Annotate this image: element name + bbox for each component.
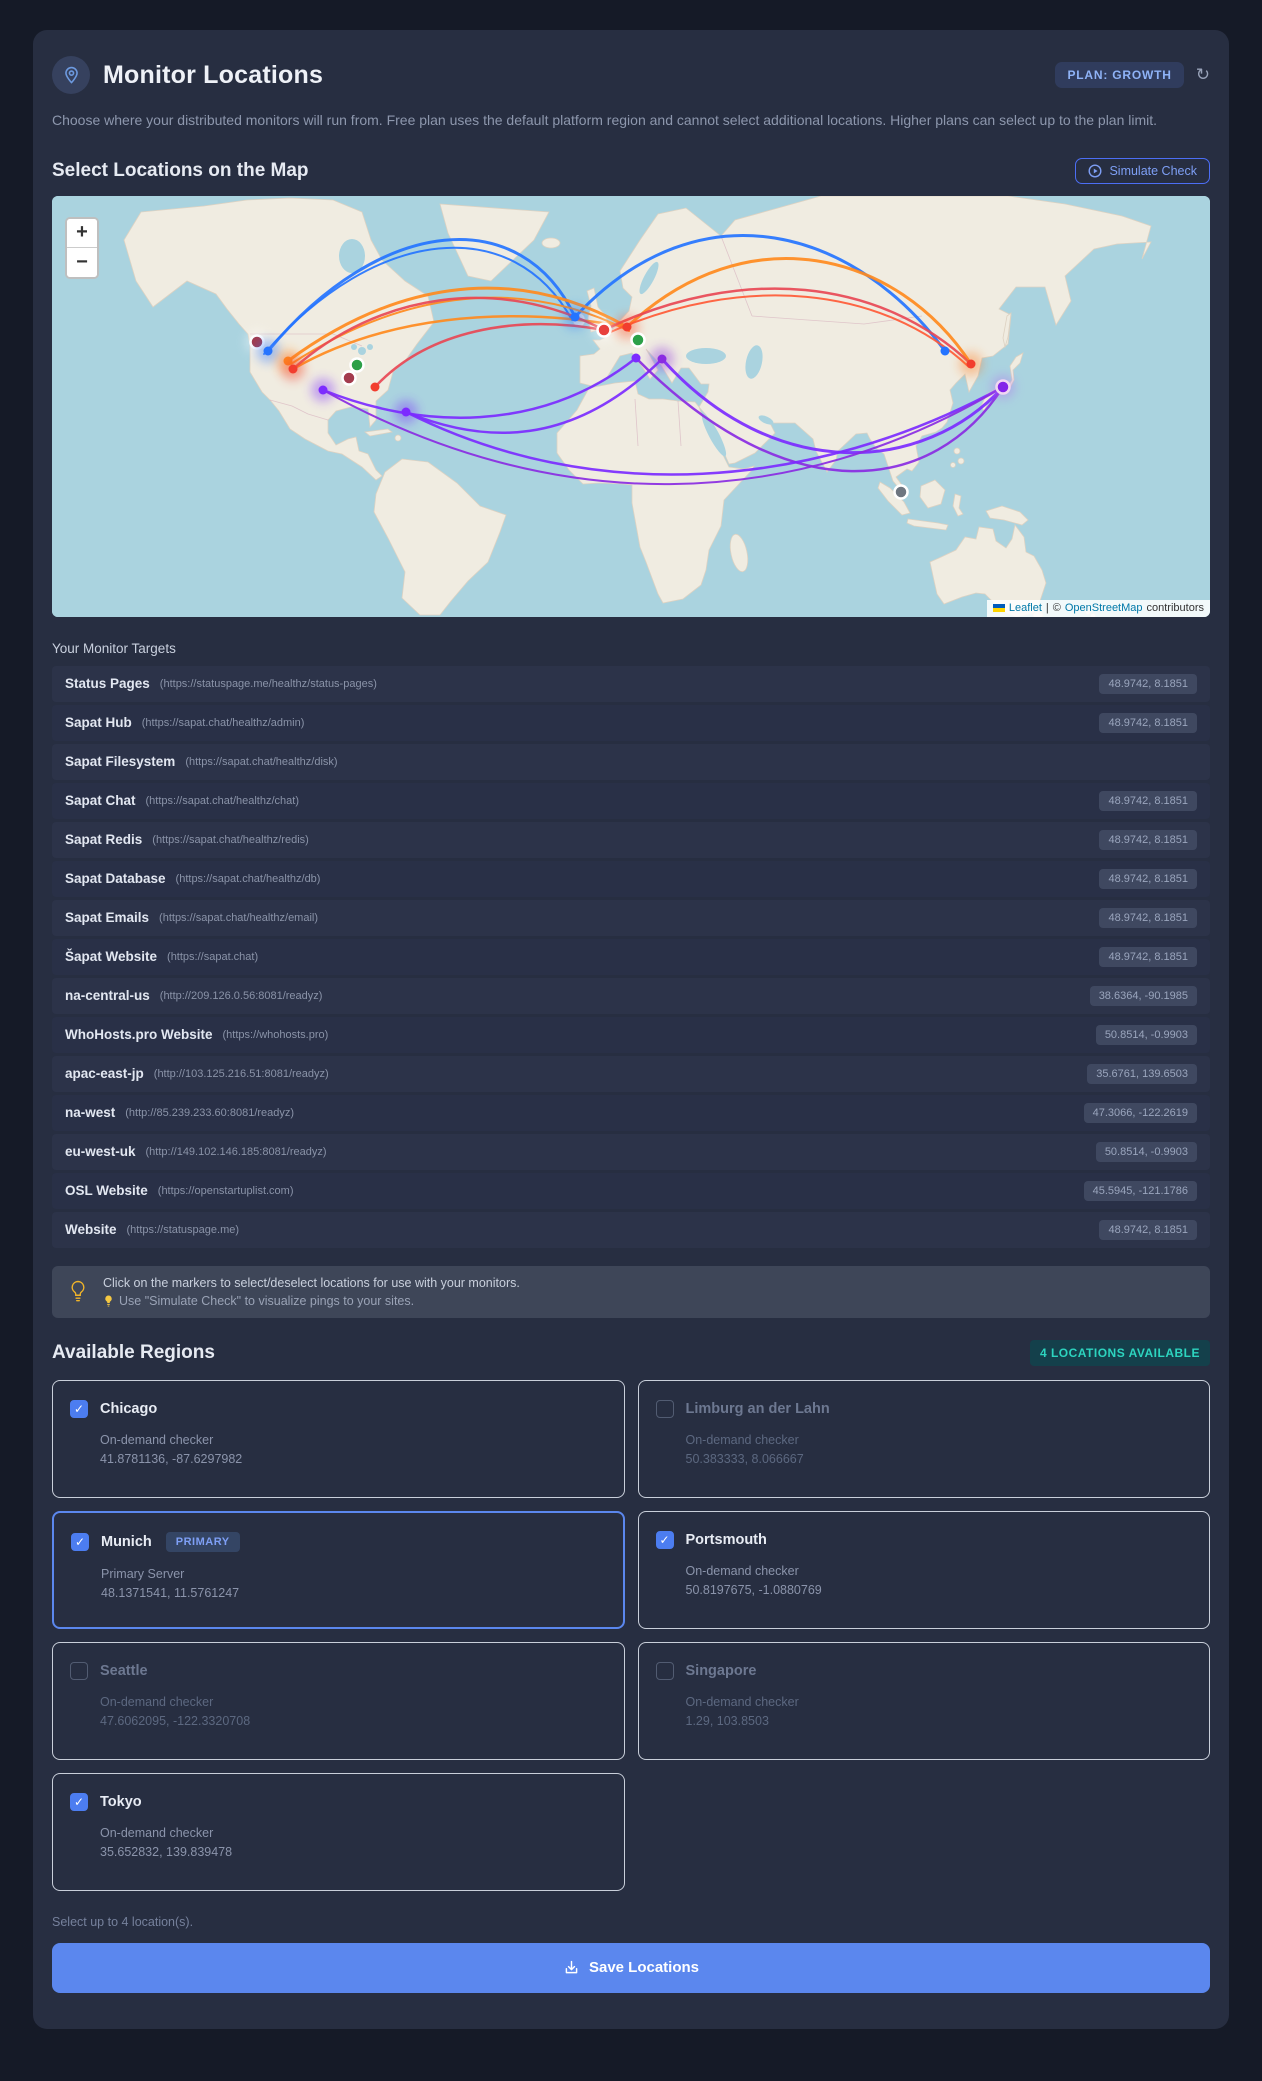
target-row: Sapat Chat (https://sapat.chat/healthz/ch… [52,782,1210,819]
leaflet-link[interactable]: Leaflet [1009,602,1042,614]
header: Monitor Locations PLAN: GROWTH ↻ [52,56,1210,94]
coords-badge: 47.3066, -122.2619 [1083,1102,1197,1123]
coords-badge: 48.9742, 8.1851 [1099,907,1197,928]
coords-badge: 48.9742, 8.1851 [1099,868,1197,889]
target-row: na-central-us (http://209.126.0.56:8081/r… [52,977,1210,1014]
map-marker-chicago-region[interactable] [349,356,365,373]
region-card-seattle[interactable]: Seattle On-demand checker 47.6062095, -12… [52,1641,625,1760]
target-row: Sapat Emails (https://sapat.chat/healthz/… [52,899,1210,936]
world-map[interactable]: + − Leaflet | © OpenStreetMap contributo… [52,195,1210,617]
target-row: OSL Website (https://openstartuplist.com)… [52,1172,1210,1209]
target-row: eu-west-uk (http://149.102.146.185:8081/r… [52,1133,1210,1170]
checkbox-unchecked-icon[interactable] [655,1661,674,1680]
coords-badge: 50.8514, -0.9903 [1095,1141,1197,1162]
region-card-limburg[interactable]: Limburg an der Lahn On-demand checker 50.… [637,1379,1210,1498]
map-marker-eu-purple-target[interactable] [631,353,641,363]
primary-badge: PRIMARY [165,1531,240,1552]
target-row: WhoHosts.pro Website (https://whohosts.pr… [52,1016,1210,1053]
target-row: Status Pages (https://statuspage.me/healt… [52,665,1210,702]
map-marker-eu-purple-target-2[interactable] [657,354,667,364]
coords-badge: 48.9742, 8.1851 [1099,673,1197,694]
lightbulb-icon [71,1280,85,1302]
target-row: Sapat Redis (https://sapat.chat/healthz/r… [52,821,1210,858]
map-marker-munich-region[interactable] [630,331,646,348]
tip-box: Click on the markers to select/deselect … [52,1265,1210,1318]
target-row: Sapat Database (https://sapat.chat/health… [52,860,1210,897]
map-marker-st-louis-target[interactable] [341,369,357,386]
map-marker-singapore-region[interactable] [893,483,909,500]
play-circle-icon [1088,164,1102,178]
region-card-singapore[interactable]: Singapore On-demand checker 1.29, 103.850… [637,1641,1210,1760]
checkbox-unchecked-icon[interactable] [655,1399,674,1418]
ukraine-flag-icon [992,603,1005,612]
page-description: Choose where your distributed monitors w… [52,112,1158,128]
map-marker-eu-blue-target[interactable] [570,312,580,322]
map-marker-us-red-target-2[interactable] [370,382,380,392]
targets-heading: Your Monitor Targets [52,640,176,656]
region-cards: ✓ Chicago On-demand checker 41.8781136, -8… [52,1379,1211,1891]
coords-badge: 45.5945, -121.1786 [1083,1180,1197,1201]
checkbox-unchecked-icon[interactable] [70,1661,88,1680]
coords-badge: 48.9742, 8.1851 [1099,829,1197,850]
region-card-chicago[interactable]: ✓ Chicago On-demand checker 41.8781136, -8… [52,1379,625,1498]
coords-badge: 48.9742, 8.1851 [1099,1219,1197,1240]
mini-lightbulb-icon [105,1295,112,1307]
region-card-tokyo[interactable]: ✓ Tokyo On-demand checker 35.652832, 139.8… [52,1772,625,1891]
checkbox-checked-icon[interactable]: ✓ [70,1792,88,1811]
target-row: Sapat Filesystem (https://sapat.chat/heal… [52,743,1210,780]
monitor-locations-panel: Monitor Locations PLAN: GROWTH ↻ Choose … [33,30,1229,2029]
target-row: Sapat Hub (https://sapat.chat/healthz/adm… [52,704,1210,741]
checkbox-checked-icon[interactable]: ✓ [71,1532,89,1551]
plan-badge: PLAN: GROWTH [1055,62,1184,88]
coords-badge: 48.9742, 8.1851 [1099,712,1197,733]
empty-grid-cell [638,1773,1211,1891]
page-title: Monitor Locations [103,60,324,89]
osm-link[interactable]: OpenStreetMap [1065,602,1143,614]
map-attribution: Leaflet | © OpenStreetMap contributors [986,599,1210,617]
coords-badge: 48.9742, 8.1851 [1099,790,1197,811]
refresh-icon[interactable]: ↻ [1196,65,1210,85]
selection-limit-note: Select up to 4 location(s). [52,1914,194,1929]
tip-line-2: Use "Simulate Check" to visualize pings … [103,1294,520,1308]
save-locations-button[interactable]: Save Locations [52,1942,1210,1993]
map-marker-seattle-target[interactable] [263,346,273,356]
map-marker-us-purple-target-2[interactable] [401,407,411,417]
map-marker-asia-blue-target[interactable] [940,346,950,356]
coords-badge: 38.6364, -90.1985 [1089,985,1197,1006]
target-row: Website (https://statuspage.me) 48.9742, 8… [52,1211,1210,1248]
map-zoom-control: + − [65,216,99,279]
map-marker-portsmouth-region[interactable] [596,321,612,338]
coords-badge: 50.8514, -0.9903 [1095,1024,1197,1045]
map-marker-asia-red-target[interactable] [966,359,976,369]
zoom-in-button[interactable]: + [67,218,97,248]
save-icon [565,1961,578,1974]
locations-available-badge: 4 LOCATIONS AVAILABLE [1029,1339,1210,1366]
region-card-munich[interactable]: ✓ Munich PRIMARY Primary Server 48.1371541,… [52,1510,625,1629]
coords-badge: 48.9742, 8.1851 [1099,946,1197,967]
checkbox-checked-icon[interactable]: ✓ [70,1399,88,1418]
coords-badge: 35.6761, 139.6503 [1087,1063,1197,1084]
location-pin-icon [52,56,90,94]
map-section-title: Select Locations on the Map [52,159,309,181]
targets-list: Status Pages (https://statuspage.me/healt… [52,665,1210,1248]
region-card-portsmouth[interactable]: ✓ Portsmouth On-demand checker 50.8197675,… [637,1510,1210,1629]
map-marker-karlsruhe-target[interactable] [622,322,632,332]
simulate-check-button[interactable]: Simulate Check [1075,157,1210,184]
checkbox-checked-icon[interactable]: ✓ [655,1530,674,1549]
tip-line-1: Click on the markers to select/deselect … [103,1275,520,1290]
regions-heading: Available Regions [52,1341,215,1363]
map-marker-us-purple-target[interactable] [318,385,328,395]
map-marker-us-red-target[interactable] [288,364,298,374]
zoom-out-button[interactable]: − [67,247,97,277]
target-row: Šapat Website (https://sapat.chat) 48.9742… [52,938,1210,975]
map-marker-tokyo-region[interactable] [995,378,1011,395]
target-row: na-west (http://85.239.233.60:8081/readyz… [52,1094,1210,1131]
target-row: apac-east-jp (http://103.125.216.51:8081/… [52,1055,1210,1092]
